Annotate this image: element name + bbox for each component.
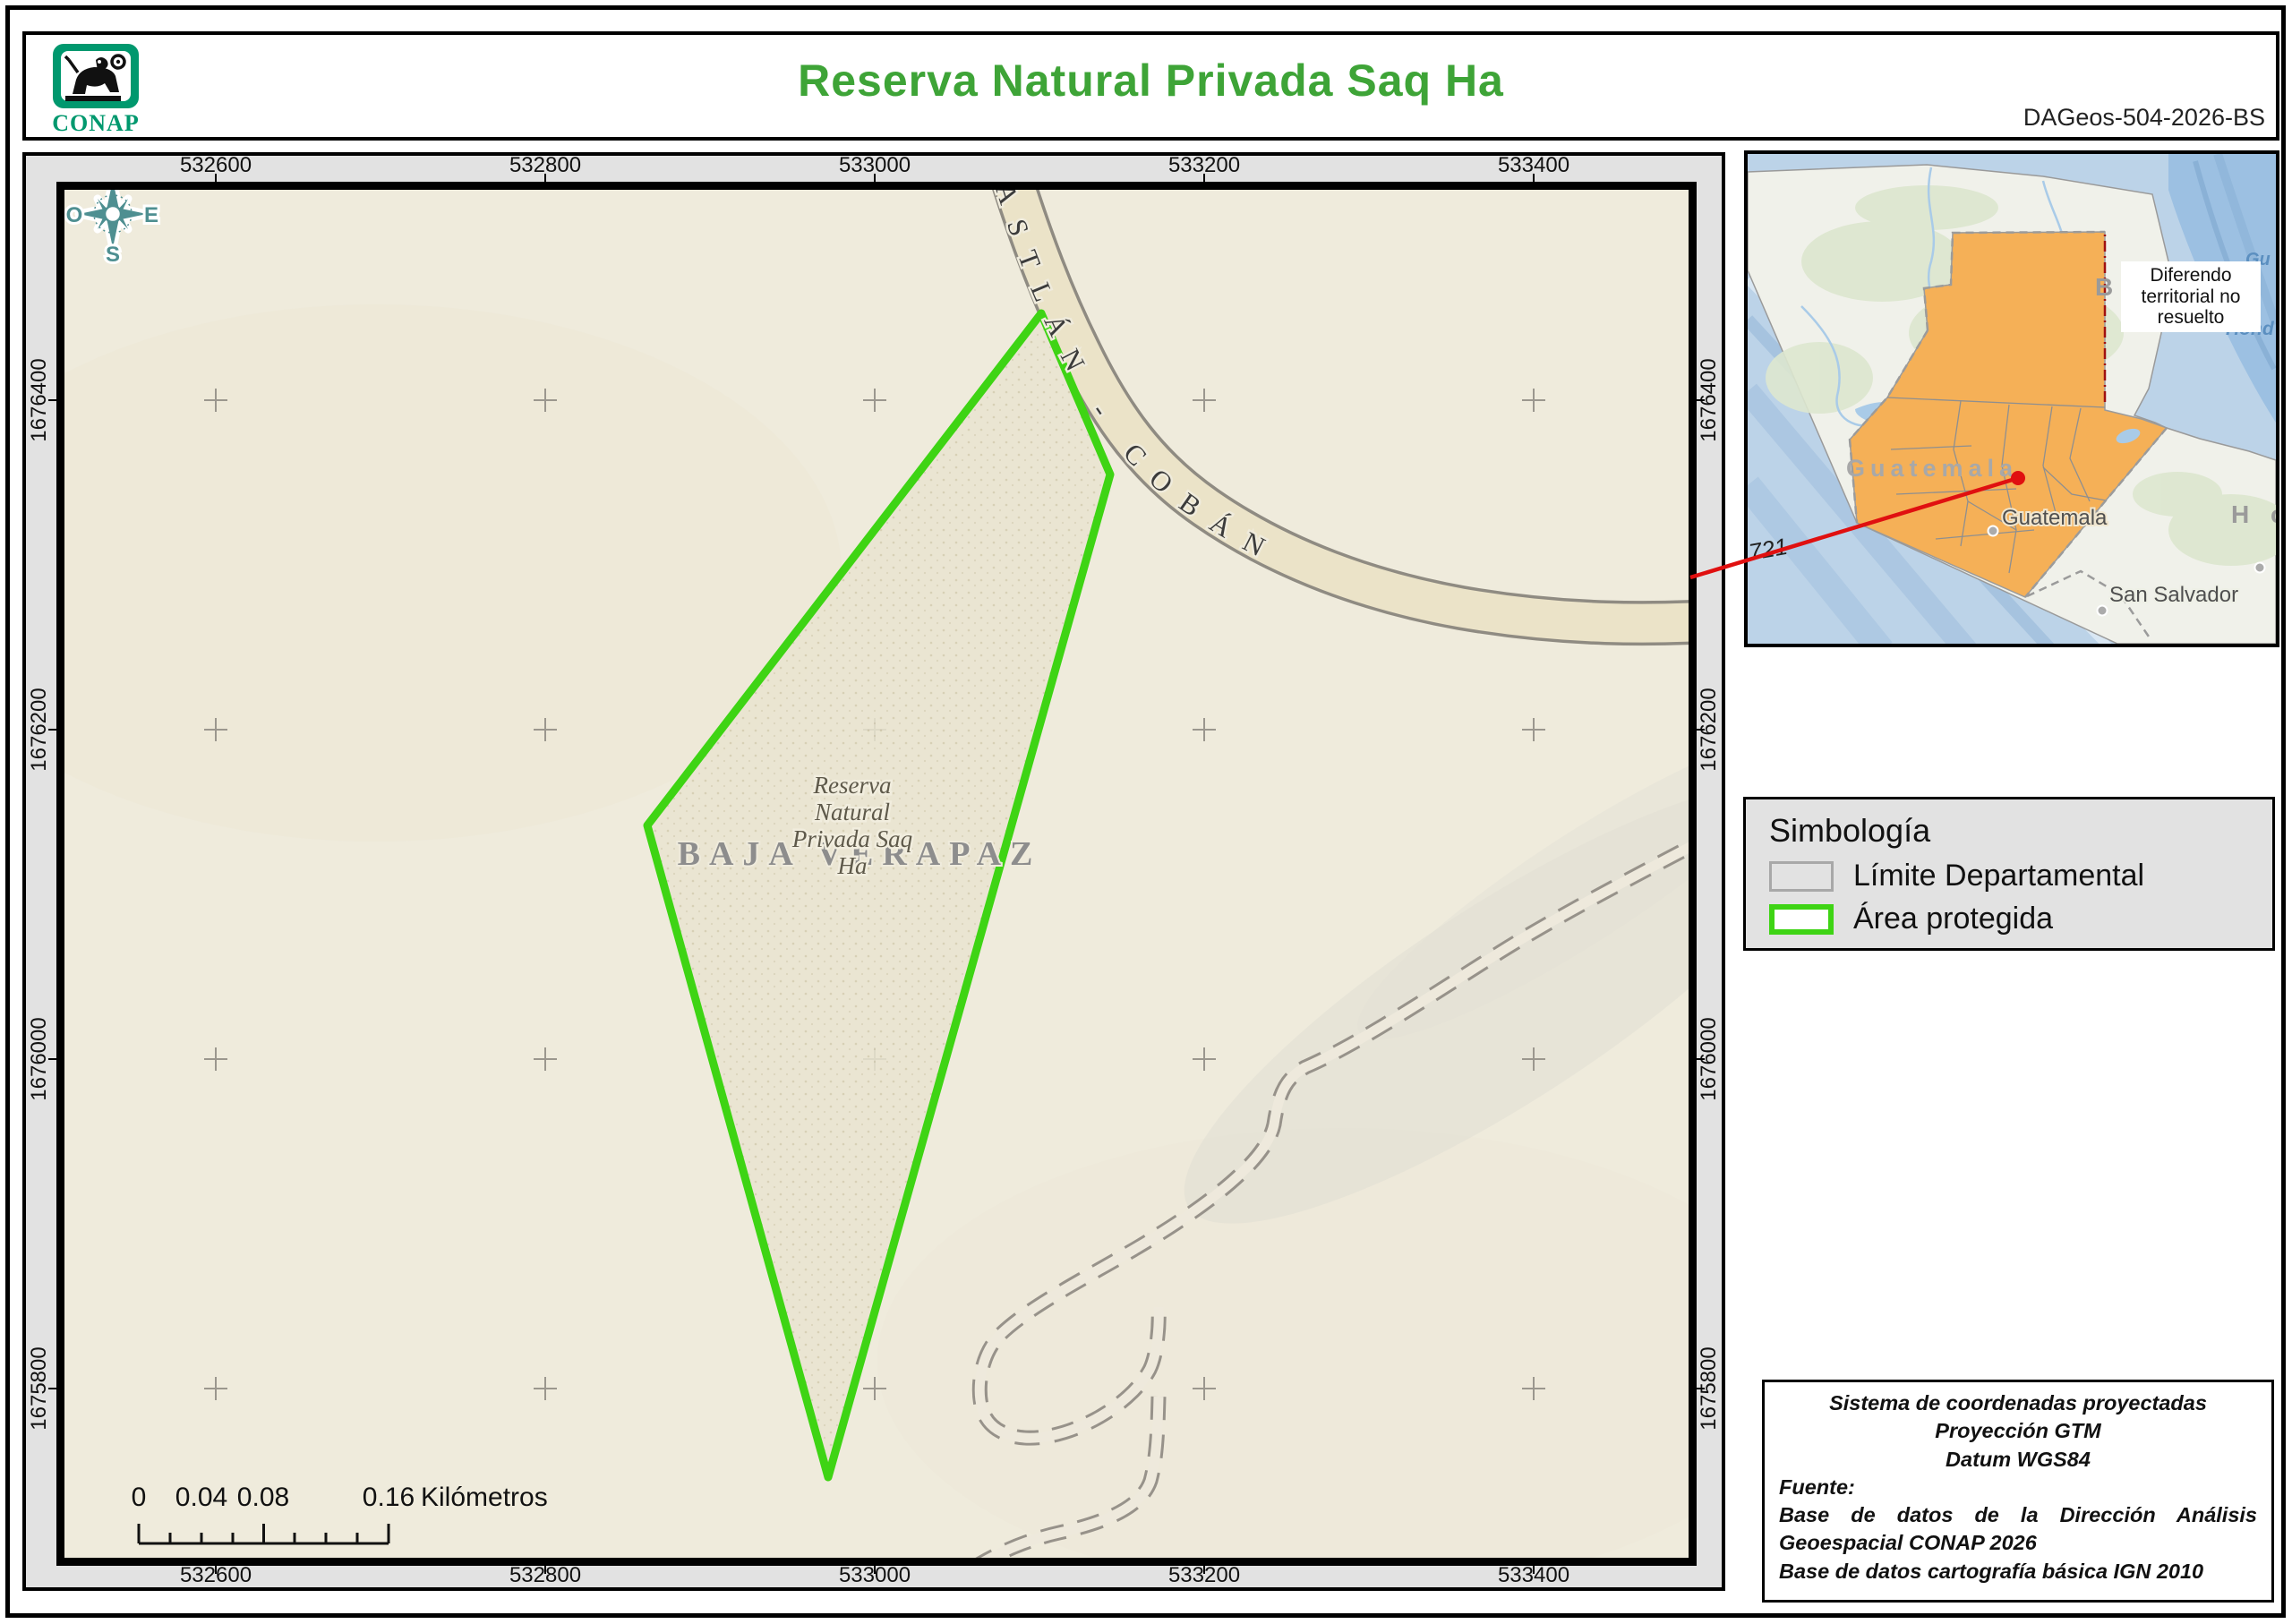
coordinate-tick (48, 399, 56, 401)
city-dot (2096, 604, 2108, 617)
legend-item-area-protegida: Área protegida (1769, 902, 2272, 936)
compass-e: E (144, 203, 158, 227)
coordinate-tick (48, 1058, 56, 1060)
source-line: Base de datos cartografía básica IGN 201… (1779, 1559, 2204, 1583)
conap-logo-wordmark: CONAP (52, 110, 140, 136)
san-salvador-label: San Salvador (2109, 583, 2238, 607)
coordinate-tick (544, 1566, 546, 1574)
compass-s: S (106, 243, 120, 267)
basemap: ASTLÁN - COBÁN BAJA VERAPAZ Reserva Natu… (64, 190, 1689, 1558)
protected-area-swatch (1769, 903, 1834, 935)
svg-text:Ha: Ha (837, 852, 868, 879)
projection-line: Proyección GTM (1935, 1419, 2101, 1443)
city-dot (2254, 561, 2266, 574)
legend: Simbología Límite Departamental Área pro… (1743, 797, 2275, 951)
department-limit-swatch (1769, 860, 1834, 892)
coordinate-tick (1533, 1566, 1535, 1574)
svg-text:0: 0 (132, 1483, 147, 1512)
coordinate-system-info: Sistema de coordenadas proyectadas Proye… (1762, 1380, 2274, 1603)
coordinate-tick (48, 1388, 56, 1389)
coordinate-tick (1697, 1058, 1705, 1060)
svg-text:Natural: Natural (814, 799, 890, 825)
scale-unit: Kilómetros (421, 1483, 548, 1512)
svg-text:0.08: 0.08 (237, 1483, 289, 1512)
map-sheet: CONAP Reserva Natural Privada Saq Ha DAG… (0, 0, 2292, 1624)
coordinate-tick (215, 1566, 217, 1574)
document-code: DAGeos-504-2026-BS (2023, 104, 2265, 131)
fuente-label: Fuente: (1779, 1474, 1855, 1499)
legend-title: Simbología (1769, 812, 1931, 849)
source-line: Base de datos de la Dirección Análisis G… (1779, 1503, 2257, 1555)
coordinate-tick (874, 1566, 876, 1574)
coordinate-tick (1697, 1388, 1705, 1389)
page-title: Reserva Natural Privada Saq Ha (798, 56, 1504, 106)
svg-text:Privada Saq: Privada Saq (791, 825, 912, 852)
map-canvas: ASTLÁN - COBÁN BAJA VERAPAZ Reserva Natu… (56, 182, 1697, 1566)
country-label: Guatemala (1846, 455, 2018, 482)
honduras-label-fragment: H o (2231, 500, 2276, 528)
coordinate-tick (1203, 1566, 1205, 1574)
territorial-dispute-note: Diferendo territorial no resuelto (2121, 261, 2261, 332)
capital-city-label: Guatemala (2002, 506, 2108, 530)
legend-item-limite-departamental: Límite Departamental (1769, 859, 2272, 893)
coordinate-tick (48, 729, 56, 731)
legend-item-label: Área protegida (1853, 902, 2054, 936)
svg-text:0.04: 0.04 (175, 1483, 227, 1512)
svg-text:Reserva: Reserva (813, 772, 892, 799)
coordinate-tick (1697, 729, 1705, 731)
legend-item-label: Límite Departamental (1853, 859, 2145, 893)
header: CONAP Reserva Natural Privada Saq Ha DAG… (22, 31, 2279, 141)
compass-o: O (66, 203, 83, 227)
projection-line: Sistema de coordenadas proyectadas (1829, 1391, 2207, 1415)
projection-line: Datum WGS84 (1946, 1447, 2091, 1471)
capital-city-dot (1987, 525, 1999, 537)
svg-text:0.16: 0.16 (363, 1483, 415, 1512)
belize-label-fragment: B (2095, 273, 2113, 301)
coordinate-tick (1697, 399, 1705, 401)
location-inset-map: B Gu Hond Guatemala Guatemala San Salvad… (1744, 150, 2279, 647)
